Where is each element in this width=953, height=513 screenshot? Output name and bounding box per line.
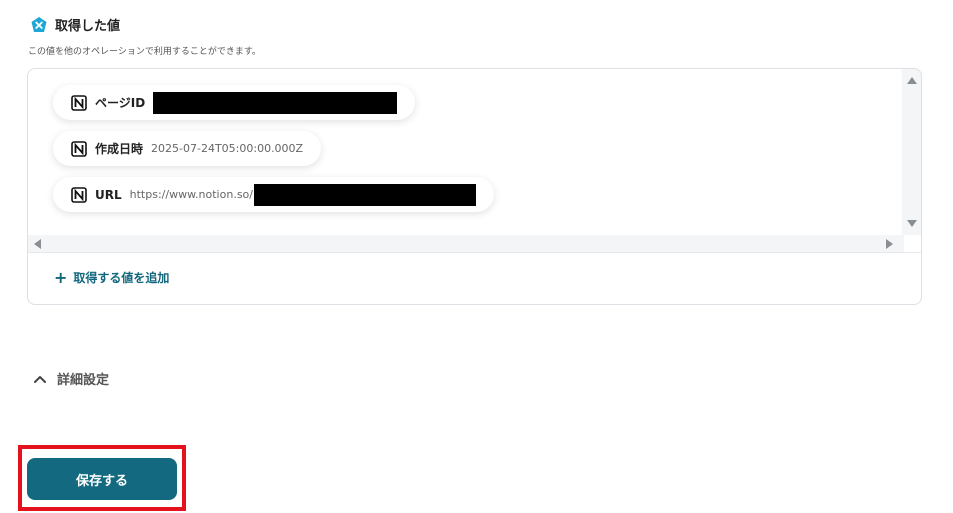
plus-icon: +	[54, 267, 68, 287]
redacted-value	[153, 91, 398, 114]
field-value: 2025-07-24T05:00:00.000Z	[151, 142, 304, 155]
horizontal-scrollbar[interactable]	[28, 235, 904, 252]
field-label: ページID	[95, 96, 146, 110]
advanced-settings-toggle[interactable]: 詳細設定	[33, 369, 109, 388]
redacted-value	[253, 183, 476, 206]
field-label: 作成日時	[95, 142, 144, 156]
vertical-scrollbar[interactable]	[902, 69, 921, 235]
output-values-list: ページID 作成日時 2025-07-24T05:00:00.000Z URL …	[28, 69, 904, 235]
add-value-label: 取得する値を追加	[73, 271, 170, 285]
output-chip-created-time[interactable]: 作成日時 2025-07-24T05:00:00.000Z	[53, 131, 322, 166]
notion-icon	[71, 186, 87, 203]
scroll-up-icon[interactable]	[907, 77, 917, 84]
chevron-up-icon	[34, 375, 46, 383]
output-values-panel: ページID 作成日時 2025-07-24T05:00:00.000Z URL …	[27, 68, 922, 305]
output-chip-url[interactable]: URL https://www.notion.so/	[53, 177, 494, 212]
scroll-left-icon[interactable]	[34, 239, 41, 249]
section-description: この値を他のオペレーションで利用することができます。	[28, 47, 261, 57]
notion-icon	[71, 140, 87, 157]
scroll-right-icon[interactable]	[886, 239, 893, 249]
field-label: URL	[95, 187, 122, 202]
add-value-button[interactable]: + 取得する値を追加	[54, 269, 169, 286]
field-value: https://www.notion.so/	[129, 188, 253, 201]
divider	[28, 252, 921, 253]
section-title: 取得した値	[55, 19, 121, 34]
advanced-settings-label: 詳細設定	[57, 373, 110, 388]
yoom-badge-icon	[31, 16, 47, 32]
output-chip-page-id[interactable]: ページID	[53, 85, 416, 120]
save-button[interactable]: 保存する	[27, 458, 177, 500]
scroll-down-icon[interactable]	[907, 220, 917, 227]
notion-icon	[71, 94, 87, 111]
section-header: 取得した値	[30, 15, 120, 34]
